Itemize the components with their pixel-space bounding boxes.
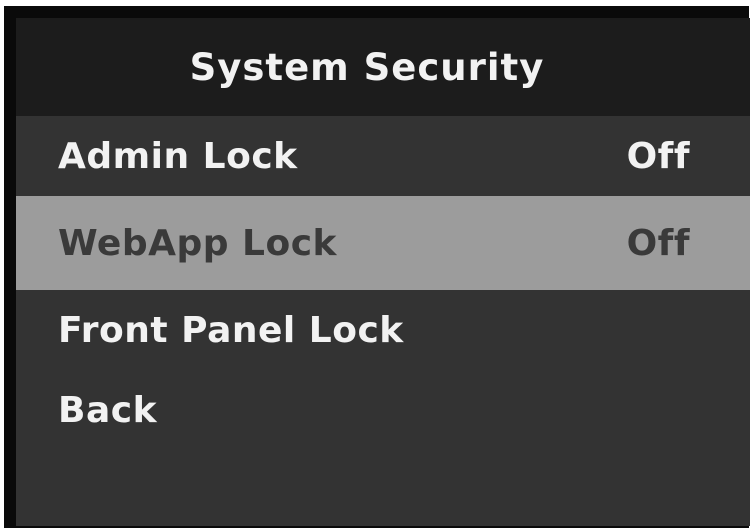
menu-item-front-panel-lock[interactable]: Front Panel Lock — [16, 290, 750, 370]
device-frame: System Security Admin Lock Off WebApp Lo… — [4, 6, 750, 528]
page-title: System Security — [189, 45, 545, 89]
menu-item-admin-lock[interactable]: Admin Lock Off — [16, 116, 750, 196]
menu-item-value: Off — [626, 222, 690, 264]
menu-item-label: WebApp Lock — [58, 222, 337, 264]
menu-item-label: Admin Lock — [58, 135, 298, 177]
menu-item-value: Off — [626, 135, 690, 177]
screen-header: System Security — [16, 18, 750, 116]
menu-screen: System Security Admin Lock Off WebApp Lo… — [16, 18, 750, 526]
menu-list: Admin Lock Off WebApp Lock Off Front Pan… — [16, 116, 750, 450]
menu-item-webapp-lock[interactable]: WebApp Lock Off — [16, 196, 750, 290]
menu-item-label: Back — [58, 389, 158, 431]
menu-item-label: Front Panel Lock — [58, 309, 404, 351]
menu-item-back[interactable]: Back — [16, 370, 750, 450]
